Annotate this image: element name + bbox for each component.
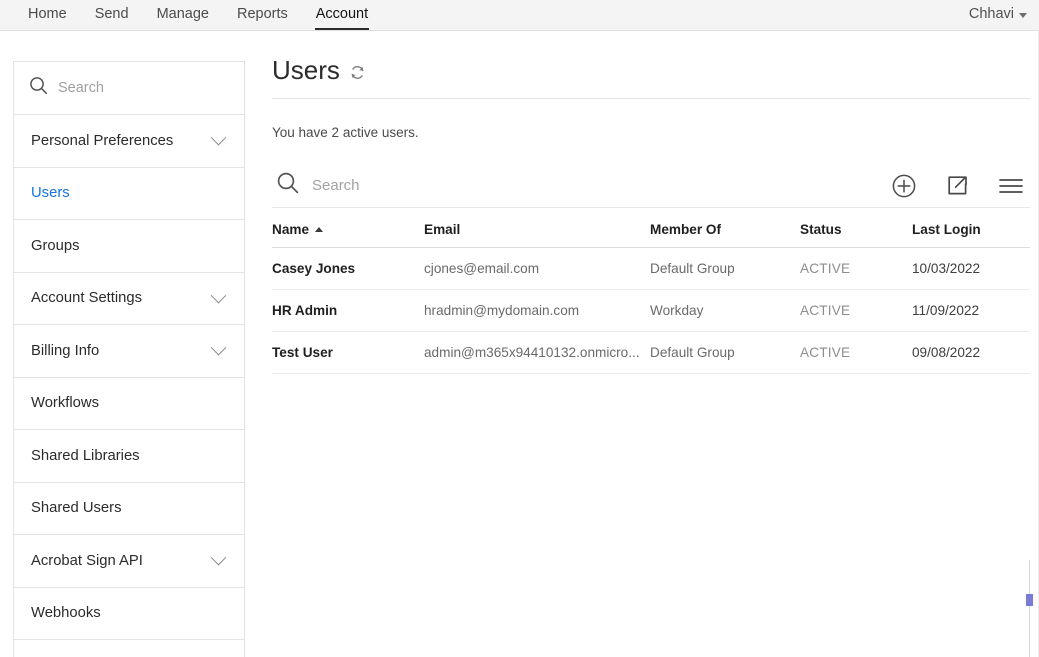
- nav-item-account[interactable]: Account: [302, 0, 382, 30]
- sidebar-item-billing-info[interactable]: Billing Info: [14, 325, 244, 378]
- menu-icon[interactable]: [998, 176, 1024, 196]
- cell-email: admin@m365x94410132.onmicro...: [424, 332, 650, 374]
- nav-item-reports[interactable]: Reports: [223, 0, 302, 30]
- page-title: Users: [272, 55, 340, 85]
- column-header-status[interactable]: Status: [800, 208, 912, 248]
- nav-item-home[interactable]: Home: [14, 0, 81, 30]
- sidebar-item-workflows[interactable]: Workflows: [14, 378, 244, 431]
- column-header-email[interactable]: Email: [424, 208, 650, 248]
- sidebar-item-label: Workflows: [31, 395, 99, 411]
- chevron-down-icon: [211, 550, 227, 566]
- scrollbar-thumb[interactable]: [1026, 594, 1033, 606]
- column-header-label: Member Of: [650, 222, 721, 237]
- cell-status: ACTIVE: [800, 332, 912, 374]
- sidebar-item-label: Account Settings: [31, 290, 142, 306]
- sidebar-item-list: Personal Preferences Users Groups Account S…: [14, 115, 244, 640]
- top-nav-items: HomeSendManageReportsAccount: [14, 0, 382, 30]
- nav-item-send[interactable]: Send: [81, 0, 143, 30]
- cell-name: Test User: [272, 332, 424, 374]
- top-navigation-bar: HomeSendManageReportsAccount Chhavi: [0, 0, 1039, 31]
- chevron-down-icon: [1019, 13, 1027, 18]
- column-header-member[interactable]: Member Of: [650, 208, 800, 248]
- chevron-down-icon: [211, 130, 227, 146]
- active-users-summary: You have 2 active users.: [272, 125, 1030, 140]
- sidebar-item-account-settings[interactable]: Account Settings: [14, 273, 244, 326]
- sidebar-item-shared-users[interactable]: Shared Users: [14, 483, 244, 536]
- column-header-label: Email: [424, 222, 460, 237]
- user-name-label: Chhavi: [969, 6, 1014, 23]
- refresh-icon[interactable]: [349, 64, 366, 81]
- cell-name: HR Admin: [272, 290, 424, 332]
- table-row[interactable]: HR Adminhradmin@mydomain.comWorkdayACTIV…: [272, 290, 1030, 332]
- app-window: HomeSendManageReportsAccount Chhavi Sear…: [0, 0, 1039, 657]
- search-icon: [276, 171, 300, 200]
- sidebar-item-webhooks[interactable]: Webhooks: [14, 588, 244, 641]
- column-header-label: Last Login: [912, 222, 981, 237]
- export-icon[interactable]: [945, 173, 970, 198]
- sidebar-item-personal-preferences[interactable]: Personal Preferences: [14, 115, 244, 168]
- cell-name: Casey Jones: [272, 248, 424, 290]
- settings-sidebar: Search Personal Preferences Users Groups Ac…: [13, 61, 245, 657]
- column-header-name[interactable]: Name: [272, 208, 424, 248]
- cell-login: 10/03/2022: [912, 248, 1030, 290]
- main-content: Users You have 2 active users.: [272, 55, 1030, 374]
- cell-status: ACTIVE: [800, 290, 912, 332]
- sidebar-item-label: Personal Preferences: [31, 133, 173, 149]
- sidebar-item-shared-libraries[interactable]: Shared Libraries: [14, 430, 244, 483]
- cell-login: 09/08/2022: [912, 332, 1030, 374]
- sidebar-item-partial[interactable]: [14, 640, 244, 657]
- cell-member: Workday: [650, 290, 800, 332]
- table-header-row: Name Email Member Of Status Last Login: [272, 208, 1030, 248]
- sort-ascending-icon: [315, 227, 323, 232]
- nav-item-manage[interactable]: Manage: [143, 0, 223, 30]
- user-account-menu[interactable]: Chhavi: [969, 6, 1027, 23]
- users-table-body: Casey Jonescjones@email.comDefault Group…: [272, 248, 1030, 374]
- cell-status: ACTIVE: [800, 248, 912, 290]
- sidebar-item-label: Billing Info: [31, 343, 99, 359]
- column-header-label: Status: [800, 222, 842, 237]
- sidebar-search-field[interactable]: Search: [14, 62, 244, 115]
- cell-member: Default Group: [650, 332, 800, 374]
- sidebar-item-label: Shared Libraries: [31, 448, 140, 464]
- table-row[interactable]: Casey Jonescjones@email.comDefault Group…: [272, 248, 1030, 290]
- page-header: Users: [272, 55, 1030, 99]
- sidebar-item-label: Users: [31, 185, 70, 201]
- column-header-login[interactable]: Last Login: [912, 208, 1030, 248]
- column-header-label: Name: [272, 222, 309, 237]
- sidebar-search-placeholder: Search: [58, 80, 104, 96]
- add-user-icon[interactable]: [891, 173, 917, 199]
- cell-member: Default Group: [650, 248, 800, 290]
- users-table-head: Name Email Member Of Status Last Login: [272, 208, 1030, 248]
- vertical-scrollbar[interactable]: [1029, 560, 1030, 657]
- users-toolbar: Search: [272, 164, 1030, 208]
- sidebar-item-groups[interactable]: Groups: [14, 220, 244, 273]
- sidebar-item-label: Shared Users: [31, 500, 121, 516]
- sidebar-item-acrobat-sign-api[interactable]: Acrobat Sign API: [14, 535, 244, 588]
- users-search-field[interactable]: Search: [272, 171, 360, 200]
- cell-email: cjones@email.com: [424, 248, 650, 290]
- chevron-down-icon: [211, 340, 227, 356]
- users-search-placeholder: Search: [312, 177, 360, 194]
- chevron-down-icon: [211, 288, 227, 304]
- search-icon: [29, 76, 48, 100]
- sidebar-item-users[interactable]: Users: [14, 168, 244, 221]
- sidebar-item-label: Groups: [31, 238, 80, 254]
- cell-email: hradmin@mydomain.com: [424, 290, 650, 332]
- users-table: Name Email Member Of Status Last Login Casey…: [272, 208, 1030, 374]
- sidebar-item-label: Acrobat Sign API: [31, 553, 143, 569]
- cell-login: 11/09/2022: [912, 290, 1030, 332]
- table-row[interactable]: Test Useradmin@m365x94410132.onmicro...D…: [272, 332, 1030, 374]
- toolbar-actions: [891, 173, 1030, 199]
- sidebar-item-label: Webhooks: [31, 605, 101, 621]
